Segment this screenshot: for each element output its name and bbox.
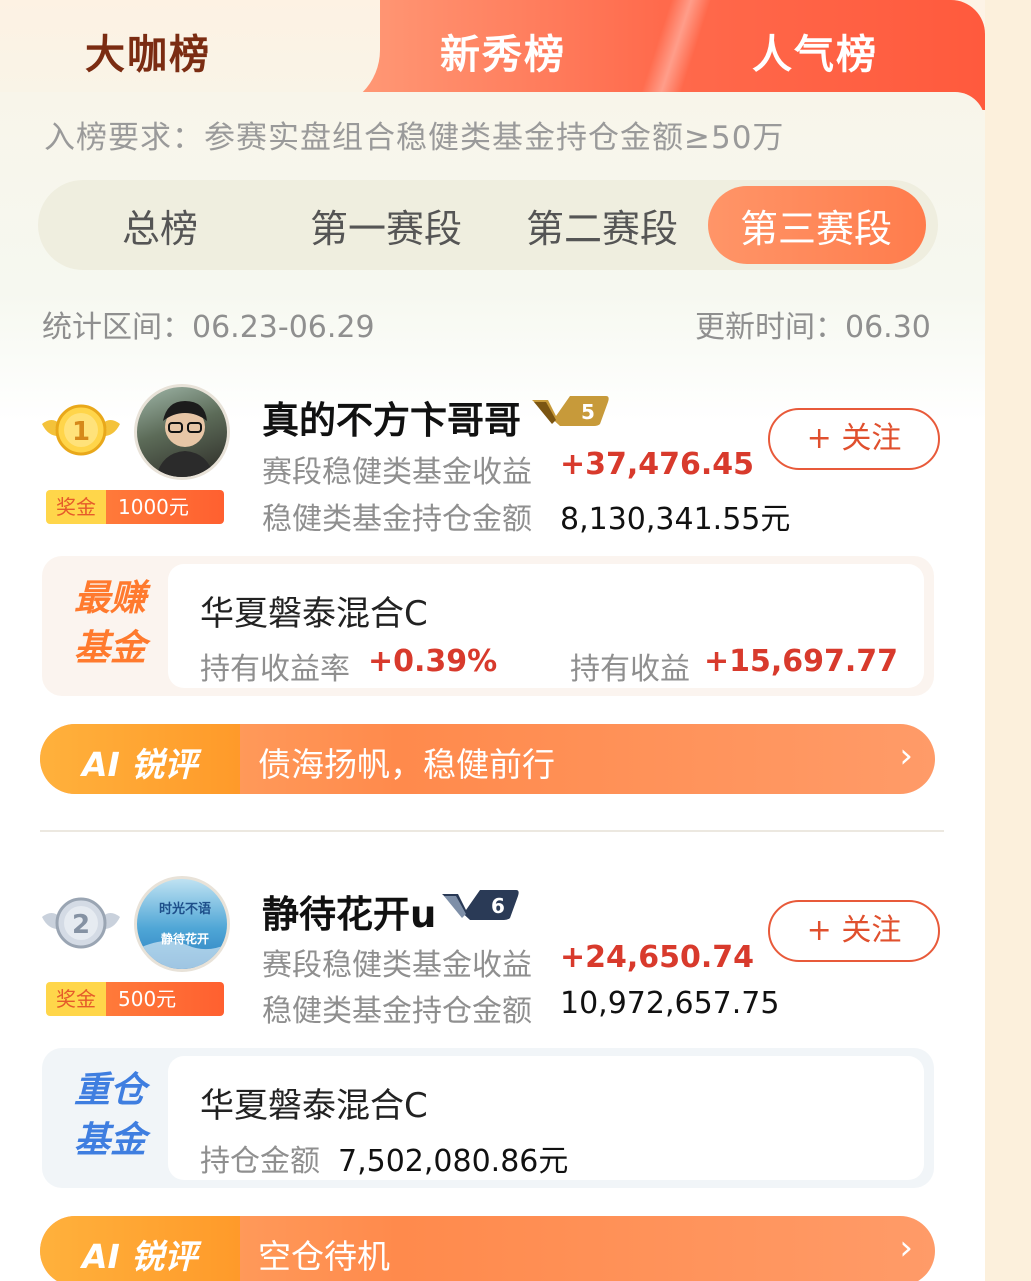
top-fund-card[interactable]: 最赚 基金 华夏磐泰混合C 持有收益率 +0.39% 持有收益 +15,697.… bbox=[42, 556, 934, 696]
income-value: +24,650.74 bbox=[560, 940, 755, 975]
fund-tag-line1: 重仓 bbox=[73, 1070, 146, 1111]
chevron-right-icon: › bbox=[899, 1228, 913, 1268]
fund-name: 华夏磐泰混合C bbox=[200, 594, 428, 634]
entry-divider bbox=[40, 830, 944, 832]
tab-xinxiubang[interactable]: 新秀榜 bbox=[440, 22, 566, 80]
holding-value: 8,130,341.55元 bbox=[560, 502, 791, 537]
tab-renqibang[interactable]: 人气榜 bbox=[752, 22, 878, 80]
fund-info-panel: 华夏磐泰混合C 持仓金额 7,502,080.86元 bbox=[168, 1056, 924, 1180]
tab-dakabang[interactable]: 大咖榜 bbox=[85, 22, 211, 80]
v-level-badge-icon: 5 bbox=[532, 396, 609, 426]
user-name[interactable]: 真的不方卞哥哥 bbox=[262, 390, 521, 444]
fund-hold-value: 7,502,080.86元 bbox=[338, 1144, 569, 1179]
level-number: 6 bbox=[491, 894, 505, 918]
top-tab-bar: 大咖榜 新秀榜 人气榜 bbox=[0, 0, 985, 110]
segment-tab-second[interactable]: 第二赛段 bbox=[526, 198, 678, 253]
avatar-text-top: 时光不语 bbox=[159, 901, 211, 917]
prize-badge: 奖金 500元 bbox=[46, 982, 224, 1016]
follow-button[interactable]: + 关注 bbox=[768, 408, 940, 470]
ai-review-text: 空仓待机 bbox=[258, 1237, 390, 1276]
avatar-text-bottom: 静待花开 bbox=[161, 931, 209, 946]
v-level-badge-icon: 6 bbox=[442, 890, 519, 920]
income-label: 赛段稳健类基金收益 bbox=[262, 455, 532, 490]
avatar[interactable] bbox=[134, 384, 230, 480]
fund-name: 华夏磐泰混合C bbox=[200, 1086, 428, 1126]
holding-label: 稳健类基金持仓金额 bbox=[262, 502, 532, 537]
prize-badge: 奖金 1000元 bbox=[46, 490, 224, 524]
prize-value: 500元 bbox=[106, 982, 224, 1016]
gold-medal-icon: 1 bbox=[42, 404, 120, 456]
segment-tab-total[interactable]: 总榜 bbox=[122, 198, 198, 253]
segment-tab-third[interactable]: 第三赛段 bbox=[740, 198, 892, 253]
fund-tag-line2: 基金 bbox=[73, 628, 146, 669]
stat-period: 统计区间：06.23-06.29 bbox=[42, 310, 375, 345]
fund-info-panel: 华夏磐泰混合C 持有收益率 +0.39% 持有收益 +15,697.77 bbox=[168, 564, 924, 688]
entry-requirement: 入榜要求：参赛实盘组合稳健类基金持仓金额≥50万 bbox=[44, 120, 785, 156]
chevron-right-icon: › bbox=[899, 736, 913, 776]
income-value: +37,476.45 bbox=[560, 447, 755, 482]
fund-tag-line2: 基金 bbox=[73, 1120, 146, 1161]
fund-tag-line1: 最赚 bbox=[73, 578, 146, 619]
fund-gain-value: +15,697.77 bbox=[704, 644, 899, 679]
level-number: 5 bbox=[581, 400, 595, 424]
segment-tabs: 总榜 第一赛段 第二赛段 第三赛段 bbox=[38, 180, 938, 270]
rank-number: 1 bbox=[72, 417, 90, 447]
prize-value: 1000元 bbox=[106, 490, 224, 524]
fund-rate-label: 持有收益率 bbox=[200, 652, 350, 687]
ai-review-text: 债海扬帆，稳健前行 bbox=[258, 745, 555, 784]
fund-hold-label: 持仓金额 bbox=[200, 1144, 320, 1179]
leaderboard-card: 大咖榜 新秀榜 人气榜 入榜要求：参赛实盘组合稳健类基金持仓金额≥50万 总榜 … bbox=[0, 0, 985, 1281]
rank-number: 2 bbox=[72, 910, 90, 940]
prize-key: 奖金 bbox=[46, 982, 106, 1016]
ai-review-bar[interactable]: AI 锐评 债海扬帆，稳健前行 › bbox=[40, 724, 935, 794]
holding-label: 稳健类基金持仓金额 bbox=[262, 994, 532, 1029]
fund-rate-value: +0.39% bbox=[368, 644, 498, 679]
income-label: 赛段稳健类基金收益 bbox=[262, 948, 532, 983]
heavy-fund-card[interactable]: 重仓 基金 华夏磐泰混合C 持仓金额 7,502,080.86元 bbox=[42, 1048, 934, 1188]
prize-key: 奖金 bbox=[46, 490, 106, 524]
avatar[interactable]: 时光不语 静待花开 bbox=[134, 876, 230, 972]
ai-review-bar[interactable]: AI 锐评 空仓待机 › bbox=[40, 1216, 935, 1281]
holding-value: 10,972,657.75 bbox=[560, 986, 780, 1021]
segment-tab-first[interactable]: 第一赛段 bbox=[310, 198, 462, 253]
update-time: 更新时间：06.30 bbox=[695, 310, 931, 345]
right-edge-strip bbox=[985, 0, 1031, 1281]
ai-tag-label: AI 锐评 bbox=[82, 745, 198, 784]
ai-tag-label: AI 锐评 bbox=[82, 1237, 198, 1276]
follow-button[interactable]: + 关注 bbox=[768, 900, 940, 962]
user-name[interactable]: 静待花开u bbox=[262, 884, 436, 938]
silver-medal-icon: 2 bbox=[42, 897, 120, 949]
fund-gain-label: 持有收益 bbox=[570, 652, 690, 687]
